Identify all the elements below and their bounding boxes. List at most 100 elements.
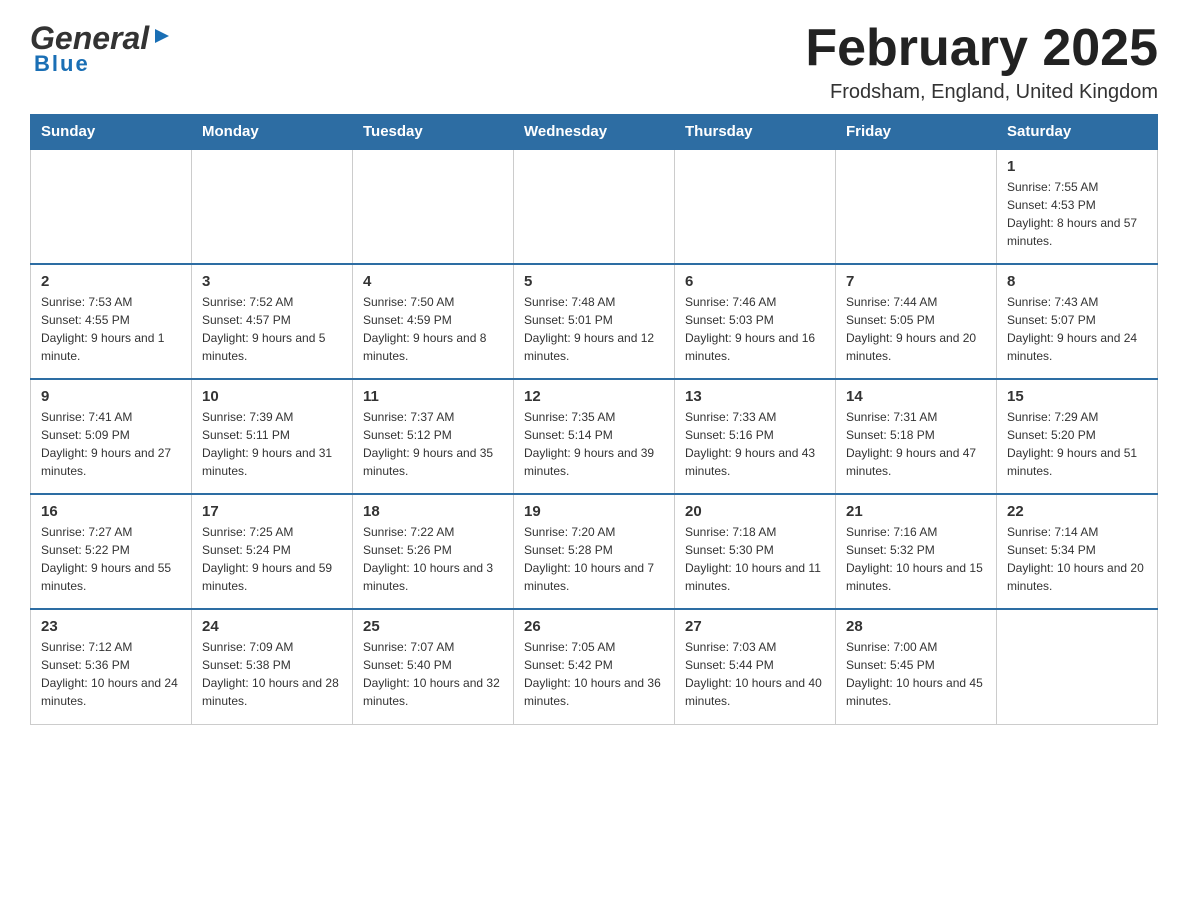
day-number: 18 xyxy=(363,503,503,520)
calendar-table: SundayMondayTuesdayWednesdayThursdayFrid… xyxy=(30,114,1158,725)
week-row-3: 9 Sunrise: 7:41 AM Sunset: 5:09 PM Daylig… xyxy=(31,379,1158,494)
day-number: 8 xyxy=(1007,273,1147,290)
day-number: 15 xyxy=(1007,388,1147,405)
day-number: 16 xyxy=(41,503,181,520)
day-number: 17 xyxy=(202,503,342,520)
day-cell: 23 Sunrise: 7:12 AM Sunset: 5:36 PM Dayli… xyxy=(31,609,192,724)
day-cell: 15 Sunrise: 7:29 AM Sunset: 5:20 PM Dayli… xyxy=(997,379,1158,494)
day-number: 4 xyxy=(363,273,503,290)
day-cell: 9 Sunrise: 7:41 AM Sunset: 5:09 PM Daylig… xyxy=(31,379,192,494)
title-area: February 2025 Frodsham, England, United … xyxy=(805,20,1158,104)
day-number: 24 xyxy=(202,618,342,635)
day-info: Sunrise: 7:03 AM Sunset: 5:44 PM Dayligh… xyxy=(685,638,825,710)
day-info: Sunrise: 7:46 AM Sunset: 5:03 PM Dayligh… xyxy=(685,293,825,365)
day-cell: 19 Sunrise: 7:20 AM Sunset: 5:28 PM Dayli… xyxy=(514,494,675,609)
day-info: Sunrise: 7:53 AM Sunset: 4:55 PM Dayligh… xyxy=(41,293,181,365)
day-number: 25 xyxy=(363,618,503,635)
day-cell: 27Sunrise: 7:03 AM Sunset: 5:44 PM Dayli… xyxy=(675,609,836,724)
day-cell: 6 Sunrise: 7:46 AM Sunset: 5:03 PM Daylig… xyxy=(675,264,836,379)
header-sunday: Sunday xyxy=(31,115,192,150)
day-info: Sunrise: 7:25 AM Sunset: 5:24 PM Dayligh… xyxy=(202,523,342,595)
logo-icon xyxy=(151,25,173,52)
day-cell: 1 Sunrise: 7:55 AM Sunset: 4:53 PM Daylig… xyxy=(997,149,1158,264)
day-info: Sunrise: 7:43 AM Sunset: 5:07 PM Dayligh… xyxy=(1007,293,1147,365)
day-number: 11 xyxy=(363,388,503,405)
day-cell xyxy=(997,609,1158,724)
day-info: Sunrise: 7:41 AM Sunset: 5:09 PM Dayligh… xyxy=(41,408,181,480)
day-cell: 12 Sunrise: 7:35 AM Sunset: 5:14 PM Dayli… xyxy=(514,379,675,494)
day-cell xyxy=(514,149,675,264)
logo-blue-text: Blue xyxy=(34,51,90,77)
day-cell: 3 Sunrise: 7:52 AM Sunset: 4:57 PM Daylig… xyxy=(192,264,353,379)
day-cell: 21 Sunrise: 7:16 AM Sunset: 5:32 PM Dayli… xyxy=(836,494,997,609)
day-info: Sunrise: 7:44 AM Sunset: 5:05 PM Dayligh… xyxy=(846,293,986,365)
day-cell: 4Sunrise: 7:50 AM Sunset: 4:59 PM Daylig… xyxy=(353,264,514,379)
day-info: Sunrise: 7:37 AM Sunset: 5:12 PM Dayligh… xyxy=(363,408,503,480)
day-info: Sunrise: 7:35 AM Sunset: 5:14 PM Dayligh… xyxy=(524,408,664,480)
day-cell xyxy=(353,149,514,264)
day-number: 19 xyxy=(524,503,664,520)
day-info: Sunrise: 7:09 AM Sunset: 5:38 PM Dayligh… xyxy=(202,638,342,710)
day-cell: 22Sunrise: 7:14 AM Sunset: 5:34 PM Dayli… xyxy=(997,494,1158,609)
day-number: 20 xyxy=(685,503,825,520)
day-info: Sunrise: 7:55 AM Sunset: 4:53 PM Dayligh… xyxy=(1007,178,1147,250)
location-text: Frodsham, England, United Kingdom xyxy=(805,81,1158,104)
day-cell: 24 Sunrise: 7:09 AM Sunset: 5:38 PM Dayli… xyxy=(192,609,353,724)
day-cell: 10 Sunrise: 7:39 AM Sunset: 5:11 PM Dayli… xyxy=(192,379,353,494)
day-cell: 11 Sunrise: 7:37 AM Sunset: 5:12 PM Dayli… xyxy=(353,379,514,494)
day-info: Sunrise: 7:39 AM Sunset: 5:11 PM Dayligh… xyxy=(202,408,342,480)
day-cell xyxy=(192,149,353,264)
day-info: Sunrise: 7:16 AM Sunset: 5:32 PM Dayligh… xyxy=(846,523,986,595)
day-number: 23 xyxy=(41,618,181,635)
day-number: 7 xyxy=(846,273,986,290)
day-cell: 14 Sunrise: 7:31 AM Sunset: 5:18 PM Dayli… xyxy=(836,379,997,494)
day-cell: 2Sunrise: 7:53 AM Sunset: 4:55 PM Daylig… xyxy=(31,264,192,379)
day-info: Sunrise: 7:07 AM Sunset: 5:40 PM Dayligh… xyxy=(363,638,503,710)
day-info: Sunrise: 7:05 AM Sunset: 5:42 PM Dayligh… xyxy=(524,638,664,710)
day-number: 10 xyxy=(202,388,342,405)
day-cell: 8 Sunrise: 7:43 AM Sunset: 5:07 PM Daylig… xyxy=(997,264,1158,379)
day-number: 3 xyxy=(202,273,342,290)
logo: General Blue xyxy=(30,20,173,77)
day-number: 1 xyxy=(1007,158,1147,175)
day-info: Sunrise: 7:29 AM Sunset: 5:20 PM Dayligh… xyxy=(1007,408,1147,480)
month-title: February 2025 xyxy=(805,20,1158,77)
day-info: Sunrise: 7:27 AM Sunset: 5:22 PM Dayligh… xyxy=(41,523,181,595)
day-cell: 17 Sunrise: 7:25 AM Sunset: 5:24 PM Dayli… xyxy=(192,494,353,609)
day-cell xyxy=(31,149,192,264)
day-number: 22 xyxy=(1007,503,1147,520)
day-info: Sunrise: 7:48 AM Sunset: 5:01 PM Dayligh… xyxy=(524,293,664,365)
day-number: 26 xyxy=(524,618,664,635)
day-number: 21 xyxy=(846,503,986,520)
day-number: 6 xyxy=(685,273,825,290)
page-header: General Blue February 2025 Frodsham, Eng… xyxy=(30,20,1158,104)
day-cell: 25 Sunrise: 7:07 AM Sunset: 5:40 PM Dayli… xyxy=(353,609,514,724)
day-info: Sunrise: 7:00 AM Sunset: 5:45 PM Dayligh… xyxy=(846,638,986,710)
header-wednesday: Wednesday xyxy=(514,115,675,150)
day-cell: 13 Sunrise: 7:33 AM Sunset: 5:16 PM Dayli… xyxy=(675,379,836,494)
day-info: Sunrise: 7:12 AM Sunset: 5:36 PM Dayligh… xyxy=(41,638,181,710)
day-info: Sunrise: 7:52 AM Sunset: 4:57 PM Dayligh… xyxy=(202,293,342,365)
day-cell: 5 Sunrise: 7:48 AM Sunset: 5:01 PM Daylig… xyxy=(514,264,675,379)
day-cell: 7 Sunrise: 7:44 AM Sunset: 5:05 PM Daylig… xyxy=(836,264,997,379)
day-cell: 18 Sunrise: 7:22 AM Sunset: 5:26 PM Dayli… xyxy=(353,494,514,609)
day-number: 9 xyxy=(41,388,181,405)
day-cell: 26 Sunrise: 7:05 AM Sunset: 5:42 PM Dayli… xyxy=(514,609,675,724)
day-number: 14 xyxy=(846,388,986,405)
day-number: 13 xyxy=(685,388,825,405)
week-row-1: 1 Sunrise: 7:55 AM Sunset: 4:53 PM Daylig… xyxy=(31,149,1158,264)
day-info: Sunrise: 7:31 AM Sunset: 5:18 PM Dayligh… xyxy=(846,408,986,480)
day-cell: 20 Sunrise: 7:18 AM Sunset: 5:30 PM Dayli… xyxy=(675,494,836,609)
day-number: 12 xyxy=(524,388,664,405)
day-info: Sunrise: 7:20 AM Sunset: 5:28 PM Dayligh… xyxy=(524,523,664,595)
header-tuesday: Tuesday xyxy=(353,115,514,150)
day-info: Sunrise: 7:22 AM Sunset: 5:26 PM Dayligh… xyxy=(363,523,503,595)
header-monday: Monday xyxy=(192,115,353,150)
day-number: 28 xyxy=(846,618,986,635)
day-info: Sunrise: 7:18 AM Sunset: 5:30 PM Dayligh… xyxy=(685,523,825,595)
day-info: Sunrise: 7:33 AM Sunset: 5:16 PM Dayligh… xyxy=(685,408,825,480)
week-row-2: 2Sunrise: 7:53 AM Sunset: 4:55 PM Daylig… xyxy=(31,264,1158,379)
day-cell xyxy=(675,149,836,264)
day-number: 5 xyxy=(524,273,664,290)
header-saturday: Saturday xyxy=(997,115,1158,150)
